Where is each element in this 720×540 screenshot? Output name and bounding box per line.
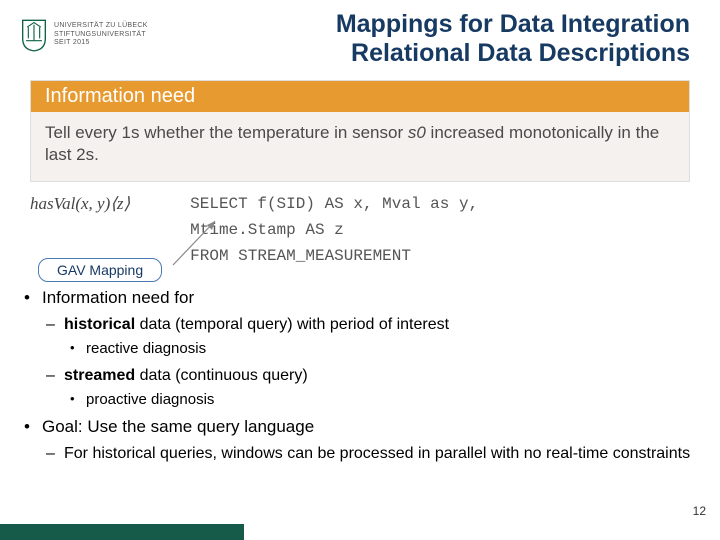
title-line-1: Mappings for Data Integration	[148, 10, 690, 39]
bullet-reactive: reactive diagnosis	[24, 339, 696, 359]
information-need-box: Information need Tell every 1s whether t…	[30, 80, 690, 183]
crest-icon	[20, 18, 48, 52]
logo-text: UNIVERSITÄT ZU LÜBECK STIFTUNGSUNIVERSIT…	[54, 22, 148, 47]
university-logo: UNIVERSITÄT ZU LÜBECK STIFTUNGSUNIVERSIT…	[20, 18, 148, 52]
info-text-pre: Tell every 1s whether the temperature in…	[45, 123, 408, 142]
logo-line2: STIFTUNGSUNIVERSITÄT	[54, 31, 148, 39]
title-line-2: Relational Data Descriptions	[148, 39, 690, 68]
bullet-historical-rest: data (temporal query) with period of int…	[135, 316, 449, 333]
gav-mapping-label: GAV Mapping	[38, 258, 162, 282]
bullet-goal-sub: For historical queries, windows can be p…	[24, 443, 696, 465]
footer-accent-bar	[0, 524, 244, 540]
bullet-info-need: Information need for	[24, 287, 696, 310]
info-header: Information need	[31, 81, 689, 112]
bullet-historical-bold: historical	[64, 316, 135, 333]
bullet-streamed: streamed data (continuous query)	[24, 365, 696, 387]
page-number: 12	[693, 504, 706, 518]
bullet-historical: historical data (temporal query) with pe…	[24, 314, 696, 336]
header: UNIVERSITÄT ZU LÜBECK STIFTUNGSUNIVERSIT…	[0, 0, 720, 72]
logo-line1: UNIVERSITÄT ZU LÜBECK	[54, 22, 148, 30]
logo-line3: SEIT 2015	[54, 39, 148, 47]
bullet-content: Information need for historical data (te…	[0, 269, 720, 464]
sql-line-1: SELECT f(SID) AS x, Mval as y,	[190, 195, 478, 213]
slide-title: Mappings for Data Integration Relational…	[148, 10, 700, 68]
info-body: Tell every 1s whether the temperature in…	[31, 112, 689, 182]
mapping-formula: hasVal(x, y)⟨z⟩	[30, 192, 130, 214]
bullet-proactive: proactive diagnosis	[24, 390, 696, 410]
info-var: s0	[408, 123, 426, 142]
bullet-streamed-bold: streamed	[64, 367, 135, 384]
mapping-arrow-icon	[165, 215, 235, 273]
bullet-goal: Goal: Use the same query language	[24, 416, 696, 439]
bullet-streamed-rest: data (continuous query)	[135, 367, 308, 384]
